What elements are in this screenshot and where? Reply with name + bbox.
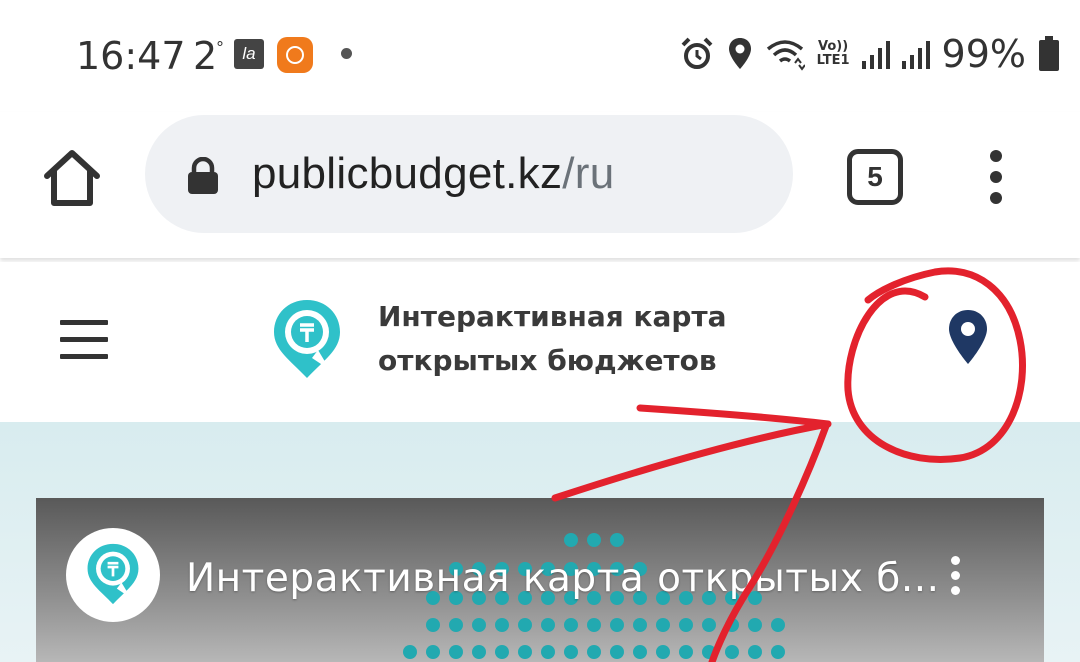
signal-icon-sim2 bbox=[901, 39, 930, 69]
hamburger-line bbox=[60, 320, 108, 325]
home-icon bbox=[44, 150, 100, 206]
site-logo[interactable] bbox=[272, 298, 342, 380]
menu-dot bbox=[950, 571, 960, 580]
channel-avatar[interactable] bbox=[66, 528, 160, 622]
battery-icon bbox=[1039, 36, 1059, 71]
clock: 16:47 bbox=[76, 34, 186, 78]
mi-app-icon bbox=[277, 37, 313, 73]
menu-dot bbox=[990, 171, 1002, 183]
status-icons: Vo)) LTE1 99% bbox=[679, 32, 1060, 76]
address-bar[interactable]: publicbudget.kz/ru bbox=[145, 115, 793, 233]
menu-dot bbox=[990, 192, 1002, 204]
network-type-icon: Vo)) LTE1 bbox=[817, 40, 850, 68]
location-status-icon bbox=[728, 38, 751, 69]
url-host: publicbudget.kz bbox=[252, 149, 563, 198]
menu-dot bbox=[950, 556, 960, 565]
weather-temperature: 2 bbox=[193, 34, 218, 78]
status-bar: 16:47 2 ° la Vo)) LTE1 99% bbox=[0, 0, 1080, 112]
degree-symbol: ° bbox=[216, 38, 224, 57]
location-pin-icon bbox=[949, 310, 987, 364]
channel-logo-icon bbox=[87, 543, 139, 605]
volte-label: Vo)) bbox=[817, 39, 849, 54]
site-header: Интерактивная карта открытых бюджетов bbox=[0, 262, 1080, 422]
wifi-icon bbox=[766, 40, 805, 71]
more-notifications-icon bbox=[341, 48, 352, 59]
la-app-icon: la bbox=[234, 39, 264, 69]
browser-menu-button[interactable] bbox=[982, 150, 1010, 210]
hamburger-menu-button[interactable] bbox=[60, 320, 108, 360]
site-title-line1[interactable]: Интерактивная карта bbox=[378, 300, 727, 333]
hamburger-line bbox=[60, 354, 108, 359]
video-title[interactable]: Интерактивная карта открытых б... bbox=[186, 556, 940, 601]
site-title-line2[interactable]: открытых бюджетов bbox=[378, 344, 717, 377]
lte-label: LTE1 bbox=[816, 53, 850, 68]
battery-percent: 99% bbox=[941, 32, 1026, 76]
tab-switcher-button[interactable]: 5 bbox=[847, 149, 903, 205]
menu-dot bbox=[990, 150, 1002, 162]
location-button[interactable] bbox=[947, 308, 989, 366]
url-path: /ru bbox=[562, 149, 615, 198]
hamburger-line bbox=[60, 337, 108, 342]
lock-icon bbox=[188, 157, 218, 194]
video-player[interactable]: Интерактивная карта открытых б... bbox=[36, 498, 1044, 662]
home-button[interactable] bbox=[42, 148, 102, 208]
browser-toolbar: publicbudget.kz/ru 5 bbox=[0, 112, 1080, 258]
url-text[interactable]: publicbudget.kz/ru bbox=[252, 149, 615, 199]
signal-icon-sim1 bbox=[861, 39, 890, 69]
video-more-button[interactable] bbox=[944, 556, 966, 606]
alarm-icon bbox=[681, 37, 713, 69]
menu-dot bbox=[950, 586, 960, 595]
